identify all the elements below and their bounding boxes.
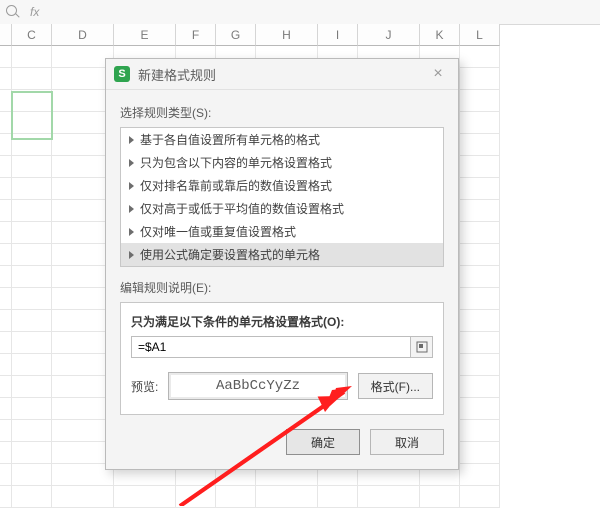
- rule-type-item[interactable]: 仅对唯一值或重复值设置格式: [121, 220, 443, 243]
- zoom-icon: [6, 5, 20, 19]
- rule-type-item[interactable]: 只为包含以下内容的单元格设置格式: [121, 151, 443, 174]
- app-icon: S: [114, 66, 130, 82]
- column-header-I[interactable]: I: [318, 24, 358, 46]
- column-headers: CDEFGHIJKL: [0, 24, 600, 46]
- dialog-titlebar: S 新建格式规则 ×: [106, 59, 458, 90]
- column-header-K[interactable]: K: [420, 24, 460, 46]
- rule-type-label: 仅对排名靠前或靠后的数值设置格式: [140, 177, 332, 194]
- column-header-G[interactable]: G: [216, 24, 256, 46]
- ok-button[interactable]: 确定: [286, 429, 360, 455]
- preview-label: 预览:: [131, 378, 158, 395]
- caret-right-icon: [129, 205, 134, 213]
- rule-description-box: 只为满足以下条件的单元格设置格式(O): 预览: AaBbCcYyZz 格式(F…: [120, 302, 444, 415]
- caret-right-icon: [129, 251, 134, 259]
- rule-type-label: 基于各自值设置所有单元格的格式: [140, 131, 320, 148]
- caret-right-icon: [129, 228, 134, 236]
- edit-rule-desc-label: 编辑规则说明(E):: [120, 279, 444, 296]
- close-icon[interactable]: ×: [426, 65, 450, 83]
- preview-sample-box: AaBbCcYyZz: [168, 372, 347, 400]
- column-header-L[interactable]: L: [460, 24, 500, 46]
- column-header-H[interactable]: H: [256, 24, 318, 46]
- fx-label[interactable]: fx: [30, 5, 39, 19]
- column-header-F[interactable]: F: [176, 24, 216, 46]
- caret-right-icon: [129, 136, 134, 144]
- column-header-C[interactable]: C: [12, 24, 52, 46]
- rule-type-item[interactable]: 使用公式确定要设置格式的单元格: [121, 243, 443, 266]
- rule-type-item[interactable]: 仅对高于或低于平均值的数值设置格式: [121, 197, 443, 220]
- dialog-title: 新建格式规则: [138, 65, 426, 84]
- rule-type-item[interactable]: 基于各自值设置所有单元格的格式: [121, 128, 443, 151]
- rule-type-label: 使用公式确定要设置格式的单元格: [140, 246, 320, 263]
- format-button[interactable]: 格式(F)...: [358, 373, 433, 399]
- dialog-buttons: 确定 取消: [120, 429, 444, 455]
- caret-right-icon: [129, 159, 134, 167]
- range-picker-icon[interactable]: [411, 336, 433, 358]
- select-rule-type-label: 选择规则类型(S):: [120, 104, 444, 121]
- condition-label: 只为满足以下条件的单元格设置格式(O):: [131, 313, 433, 330]
- formula-bar: fx: [0, 0, 600, 25]
- new-formatting-rule-dialog: S 新建格式规则 × 选择规则类型(S): 基于各自值设置所有单元格的格式只为包…: [105, 58, 459, 470]
- column-header-E[interactable]: E: [114, 24, 176, 46]
- rule-type-list[interactable]: 基于各自值设置所有单元格的格式只为包含以下内容的单元格设置格式仅对排名靠前或靠后…: [120, 127, 444, 267]
- rule-type-label: 只为包含以下内容的单元格设置格式: [140, 154, 332, 171]
- column-header-J[interactable]: J: [358, 24, 420, 46]
- cancel-button[interactable]: 取消: [370, 429, 444, 455]
- column-header-D[interactable]: D: [52, 24, 114, 46]
- rule-type-item[interactable]: 仅对排名靠前或靠后的数值设置格式: [121, 174, 443, 197]
- formula-input[interactable]: [131, 336, 411, 358]
- rule-type-label: 仅对高于或低于平均值的数值设置格式: [140, 200, 344, 217]
- caret-right-icon: [129, 182, 134, 190]
- rule-type-label: 仅对唯一值或重复值设置格式: [140, 223, 296, 240]
